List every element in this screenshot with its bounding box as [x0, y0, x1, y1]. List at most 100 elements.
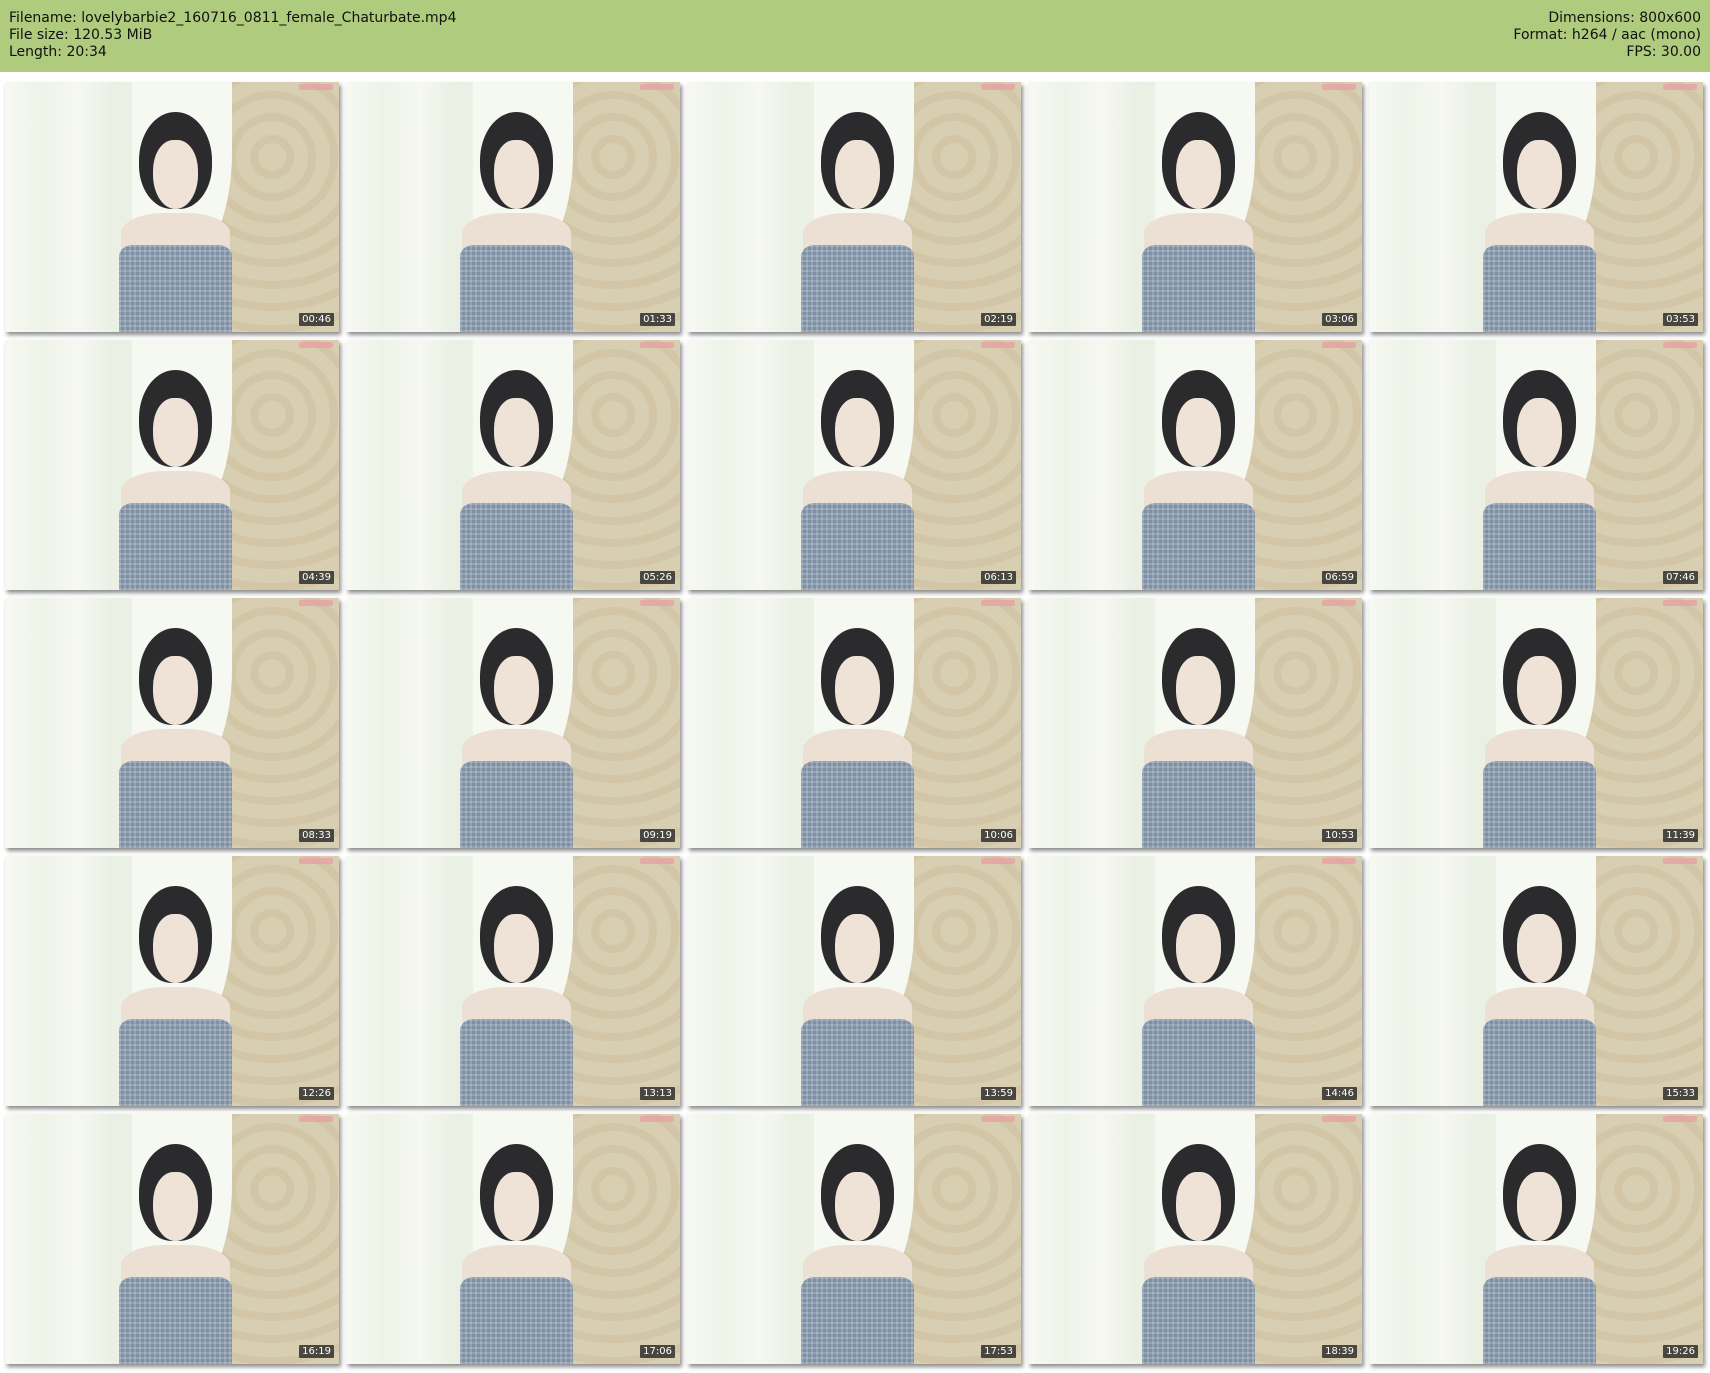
figure-silhouette	[1141, 628, 1256, 848]
figure-silhouette	[459, 370, 574, 590]
video-thumbnail[interactable]: 13:13	[346, 856, 680, 1106]
video-thumbnail[interactable]: 11:39	[1369, 598, 1703, 848]
video-thumbnail[interactable]: 16:19	[5, 1114, 339, 1364]
watermark-logo	[299, 342, 333, 348]
video-thumbnail[interactable]: 17:06	[346, 1114, 680, 1364]
video-thumbnail[interactable]: 18:39	[1028, 1114, 1362, 1364]
video-thumbnail[interactable]: 10:53	[1028, 598, 1362, 848]
video-thumbnail[interactable]: 00:46	[5, 82, 339, 332]
video-thumbnail[interactable]: 05:26	[346, 340, 680, 590]
dimensions-text: Dimensions: 800x600	[1548, 10, 1701, 26]
watermark-logo	[299, 858, 333, 864]
watermark-logo	[1663, 342, 1697, 348]
face-shape	[1175, 913, 1222, 983]
face-shape	[152, 655, 199, 725]
face-shape	[152, 1171, 199, 1241]
figure-silhouette	[1482, 370, 1597, 590]
thumbnail-timestamp: 12:26	[299, 1087, 334, 1100]
watermark-logo	[640, 342, 674, 348]
video-thumbnail[interactable]: 04:39	[5, 340, 339, 590]
thumbnail-timestamp: 16:19	[299, 1345, 334, 1358]
face-shape	[493, 655, 540, 725]
video-thumbnail[interactable]: 12:26	[5, 856, 339, 1106]
video-thumbnail[interactable]: 06:59	[1028, 340, 1362, 590]
video-thumbnail[interactable]: 03:06	[1028, 82, 1362, 332]
thumbnail-timestamp: 07:46	[1663, 571, 1698, 584]
face-shape	[152, 397, 199, 467]
face-shape	[1516, 397, 1563, 467]
thumbnail-timestamp: 02:19	[981, 313, 1016, 326]
clothing-shape	[118, 245, 233, 332]
watermark-logo	[299, 84, 333, 90]
watermark-logo	[640, 1116, 674, 1122]
thumbnail-timestamp: 03:06	[1322, 313, 1357, 326]
clothing-shape	[800, 1019, 915, 1106]
watermark-logo	[640, 84, 674, 90]
video-thumbnail[interactable]: 02:19	[687, 82, 1021, 332]
figure-silhouette	[1141, 370, 1256, 590]
video-thumbnail[interactable]: 07:46	[1369, 340, 1703, 590]
figure-silhouette	[800, 112, 915, 332]
figure-silhouette	[1482, 112, 1597, 332]
watermark-logo	[981, 1116, 1015, 1122]
video-thumbnail[interactable]: 06:13	[687, 340, 1021, 590]
clothing-shape	[1482, 761, 1597, 848]
clothing-shape	[1482, 1277, 1597, 1364]
thumbnail-timestamp: 18:39	[1322, 1345, 1357, 1358]
face-shape	[493, 397, 540, 467]
clothing-shape	[800, 761, 915, 848]
face-shape	[493, 139, 540, 209]
watermark-logo	[640, 600, 674, 606]
video-thumbnail[interactable]: 08:33	[5, 598, 339, 848]
figure-silhouette	[1141, 112, 1256, 332]
thumbnail-timestamp: 00:46	[299, 313, 334, 326]
clothing-shape	[1141, 1019, 1256, 1106]
face-shape	[1175, 397, 1222, 467]
face-shape	[834, 913, 881, 983]
watermark-logo	[981, 84, 1015, 90]
format-text: Format: h264 / aac (mono)	[1513, 27, 1701, 43]
thumbnail-timestamp: 06:13	[981, 571, 1016, 584]
figure-silhouette	[118, 370, 233, 590]
clothing-shape	[800, 503, 915, 590]
face-shape	[1175, 139, 1222, 209]
filesize-text: File size: 120.53 MiB	[9, 27, 153, 43]
thumbnail-timestamp: 01:33	[640, 313, 675, 326]
video-thumbnail[interactable]: 01:33	[346, 82, 680, 332]
info-header: Filename: lovelybarbie2_160716_0811_fema…	[0, 0, 1710, 72]
video-thumbnail[interactable]: 13:59	[687, 856, 1021, 1106]
video-thumbnail[interactable]: 19:26	[1369, 1114, 1703, 1364]
figure-silhouette	[800, 1144, 915, 1364]
figure-silhouette	[459, 112, 574, 332]
video-thumbnail[interactable]: 03:53	[1369, 82, 1703, 332]
figure-silhouette	[800, 628, 915, 848]
figure-silhouette	[800, 370, 915, 590]
video-thumbnail[interactable]: 17:53	[687, 1114, 1021, 1364]
video-thumbnail[interactable]: 09:19	[346, 598, 680, 848]
face-shape	[1516, 1171, 1563, 1241]
figure-silhouette	[1482, 1144, 1597, 1364]
figure-silhouette	[118, 112, 233, 332]
face-shape	[1175, 1171, 1222, 1241]
face-shape	[152, 913, 199, 983]
thumbnail-timestamp: 17:06	[640, 1345, 675, 1358]
clothing-shape	[1141, 503, 1256, 590]
thumbnail-timestamp: 05:26	[640, 571, 675, 584]
fps-text: FPS: 30.00	[1626, 44, 1701, 60]
figure-silhouette	[1141, 886, 1256, 1106]
stream-info: Dimensions: 800x600 Format: h264 / aac (…	[1513, 10, 1701, 61]
video-thumbnail[interactable]: 15:33	[1369, 856, 1703, 1106]
watermark-logo	[981, 600, 1015, 606]
clothing-shape	[800, 245, 915, 332]
watermark-logo	[1322, 1116, 1356, 1122]
figure-silhouette	[459, 1144, 574, 1364]
watermark-logo	[1663, 858, 1697, 864]
face-shape	[1516, 139, 1563, 209]
watermark-logo	[1322, 858, 1356, 864]
face-shape	[1516, 655, 1563, 725]
clothing-shape	[1141, 245, 1256, 332]
video-thumbnail[interactable]: 14:46	[1028, 856, 1362, 1106]
video-thumbnail[interactable]: 10:06	[687, 598, 1021, 848]
watermark-logo	[981, 858, 1015, 864]
face-shape	[1175, 655, 1222, 725]
